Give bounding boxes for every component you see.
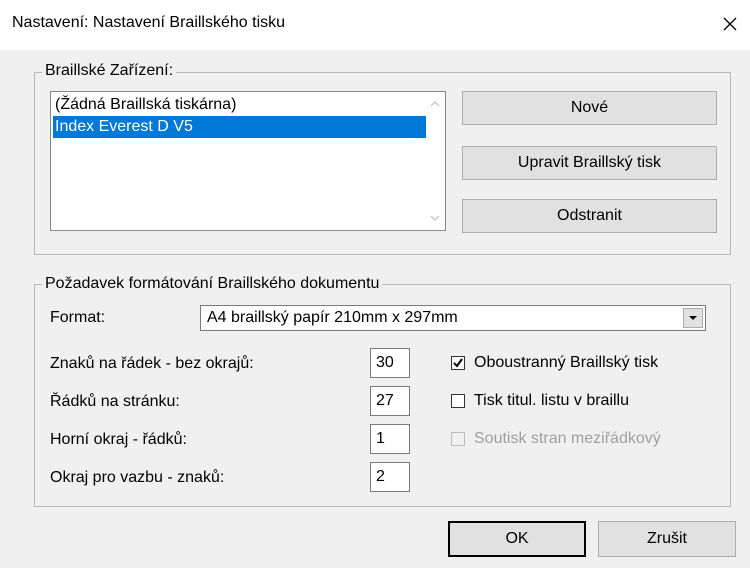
- chevron-down-icon[interactable]: [683, 308, 703, 328]
- top-margin-label: Horní okraj - řádků:: [50, 431, 187, 448]
- edit-braille-button[interactable]: Upravit Braillský tisk: [462, 146, 717, 180]
- title-bar: Nastavení: Nastavení Braillského tisku: [0, 0, 750, 50]
- window-title: Nastavení: Nastavení Braillského tisku: [12, 14, 286, 31]
- interpoint-label: Soutisk stran meziřádkový: [474, 430, 661, 447]
- lines-per-page-label: Řádků na stránku:: [50, 393, 180, 410]
- list-item-selected[interactable]: Index Everest D V5: [53, 116, 427, 138]
- devices-group-legend: Braillské Zařízení:: [42, 61, 177, 81]
- cancel-button[interactable]: Zrušit: [598, 521, 736, 557]
- new-button[interactable]: Nové: [462, 91, 717, 125]
- binding-margin-input[interactable]: 2: [370, 462, 410, 492]
- format-select[interactable]: A4 braillský papír 210mm x 297mm: [200, 305, 706, 331]
- listbox-scrollbar[interactable]: [426, 93, 444, 229]
- list-item[interactable]: (Žádná Braillská tiskárna): [53, 94, 236, 116]
- interpoint-checkbox: [451, 432, 465, 446]
- title-page-braille-checkbox[interactable]: [451, 394, 465, 408]
- top-margin-input[interactable]: 1: [370, 424, 410, 454]
- format-label: Format:: [50, 309, 106, 326]
- format-group-legend: Požadavek formátování Braillského dokume…: [42, 274, 383, 294]
- chars-per-line-input[interactable]: 30: [370, 348, 410, 378]
- scroll-up-icon[interactable]: [426, 95, 444, 113]
- chars-per-line-label: Znaků na řádek - bez okrajů:: [50, 355, 254, 372]
- format-select-value: A4 braillský papír 210mm x 297mm: [207, 309, 458, 326]
- ok-button[interactable]: OK: [448, 521, 586, 557]
- lines-per-page-input[interactable]: 27: [370, 386, 410, 416]
- close-icon[interactable]: [712, 6, 748, 42]
- duplex-checkbox[interactable]: [451, 356, 465, 370]
- device-listbox[interactable]: (Žádná Braillská tiskárna) Index Everest…: [50, 91, 446, 231]
- scroll-down-icon[interactable]: [426, 209, 444, 227]
- title-page-braille-label[interactable]: Tisk titul. listu v braillu: [474, 392, 629, 410]
- binding-margin-label: Okraj pro vazbu - znaků:: [50, 469, 225, 486]
- remove-button[interactable]: Odstranit: [462, 199, 717, 233]
- duplex-label[interactable]: Oboustranný Braillský tisk: [474, 354, 658, 372]
